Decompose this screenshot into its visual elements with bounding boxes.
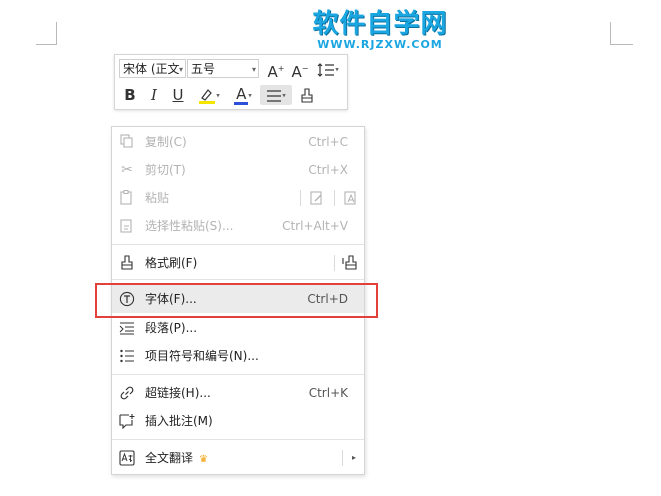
menu-separator	[112, 374, 364, 375]
menu-item-label: 格式刷(F)	[145, 256, 198, 270]
divider	[342, 450, 343, 466]
comment-add-icon	[119, 413, 135, 430]
paste-special-icon	[119, 218, 135, 234]
underline-button[interactable]: U	[167, 85, 189, 105]
chevron-down-icon: ▾	[248, 91, 252, 100]
italic-button[interactable]: I	[143, 85, 165, 105]
format-painter-multi-icon[interactable]	[342, 255, 360, 276]
mini-toolbar: 宋体 (正文 ▾ 五号 ▾ A+ A− ▾ B I U ▾ A ▾ ▾	[114, 54, 348, 110]
menu-item-label: 超链接(H)...	[145, 386, 211, 400]
divider	[334, 190, 335, 206]
align-justify-icon	[267, 89, 282, 102]
shrink-font-icon: A	[291, 63, 302, 81]
highlight-color-button[interactable]: ▾	[193, 85, 225, 105]
menu-item-label: 剪切(T)	[145, 163, 186, 177]
annotation-highlight-box	[95, 283, 378, 318]
menu-separator	[112, 439, 364, 440]
translate-label: 全文翻译	[145, 451, 194, 465]
menu-item-label: 粘贴	[145, 191, 170, 205]
divider	[300, 190, 301, 206]
chevron-down-icon: ▾	[178, 65, 183, 74]
scissors-icon: ✂	[121, 162, 133, 178]
font-size-value: 五号	[191, 62, 216, 76]
menu-item-insert-comment[interactable]: 插入批注(M)	[112, 407, 364, 435]
menu-separator	[112, 244, 364, 245]
font-name-combo[interactable]: 宋体 (正文 ▾	[119, 59, 186, 78]
menu-item-cut[interactable]: ✂ 剪切(T) Ctrl+X	[112, 156, 364, 184]
paragraph-icon	[119, 320, 135, 336]
bullet-list-icon	[119, 348, 135, 364]
format-painter-button[interactable]	[296, 85, 318, 105]
chevron-down-icon: ▾	[216, 91, 220, 100]
menu-item-label: 插入批注(M)	[145, 414, 213, 428]
menu-item-label: 选择性粘贴(S)...	[145, 219, 234, 233]
menu-item-bullets[interactable]: 项目符号和编号(N)...	[112, 342, 364, 370]
paste-keep-format-icon[interactable]	[310, 190, 324, 210]
menu-item-hyperlink[interactable]: 超链接(H)... Ctrl+K	[112, 379, 364, 407]
page-corner-top-right	[610, 22, 633, 45]
link-icon	[119, 385, 135, 401]
chevron-right-icon: ▸	[351, 453, 356, 462]
shrink-font-button[interactable]: A−	[289, 59, 311, 81]
grow-font-button[interactable]: A+	[265, 59, 287, 81]
line-spacing-button[interactable]: ▾	[313, 59, 343, 79]
watermark-title: 软件自学网	[312, 9, 448, 39]
menu-item-shortcut: Ctrl+Alt+V	[282, 219, 348, 233]
translate-icon	[119, 450, 135, 466]
line-spacing-icon	[317, 62, 335, 77]
chevron-down-icon: ▾	[282, 91, 286, 100]
menu-item-paragraph[interactable]: 段落(P)...	[112, 314, 364, 342]
watermark-subtitle: WWW.RJZXW.COM	[317, 38, 443, 51]
align-button[interactable]: ▾	[260, 85, 292, 105]
chevron-down-icon: ▾	[251, 65, 256, 74]
menu-item-full-text-translate[interactable]: 全文翻译 ♛ ▸	[112, 444, 364, 472]
menu-item-shortcut: Ctrl+K	[308, 386, 348, 400]
format-painter-icon	[119, 255, 135, 271]
menu-item-shortcut: Ctrl+X	[308, 163, 348, 177]
menu-item-shortcut: Ctrl+C	[308, 135, 348, 149]
grow-font-icon: A	[267, 63, 278, 81]
menu-item-label: 段落(P)...	[145, 321, 198, 335]
menu-item-label: 全文翻译 ♛	[145, 444, 208, 474]
format-painter-icon	[301, 87, 313, 103]
font-name-value: 宋体 (正文	[123, 62, 180, 76]
copy-icon	[119, 134, 135, 150]
chevron-down-icon: ▾	[335, 65, 339, 74]
menu-item-paste[interactable]: 粘贴	[112, 184, 364, 212]
paste-icon	[119, 190, 135, 206]
menu-item-copy[interactable]: 复制(C) Ctrl+C	[112, 128, 364, 156]
bold-button[interactable]: B	[119, 85, 141, 105]
page-corner-top-left	[36, 22, 57, 45]
menu-item-label: 项目符号和编号(N)...	[145, 349, 259, 363]
divider	[334, 255, 335, 271]
menu-separator	[112, 279, 364, 280]
menu-item-format-painter[interactable]: 格式刷(F)	[112, 249, 364, 277]
highlighter-icon	[199, 88, 216, 104]
font-size-combo[interactable]: 五号 ▾	[187, 59, 259, 78]
crown-icon: ♛	[199, 454, 208, 465]
font-color-button[interactable]: A ▾	[228, 85, 258, 105]
watermark: 软件自学网 WWW.RJZXW.COM	[305, 8, 455, 51]
font-color-icon: A	[236, 84, 247, 103]
menu-item-label: 复制(C)	[145, 135, 187, 149]
menu-item-paste-special[interactable]: 选择性粘贴(S)... Ctrl+Alt+V	[112, 212, 364, 240]
paste-text-only-icon[interactable]	[344, 190, 358, 210]
